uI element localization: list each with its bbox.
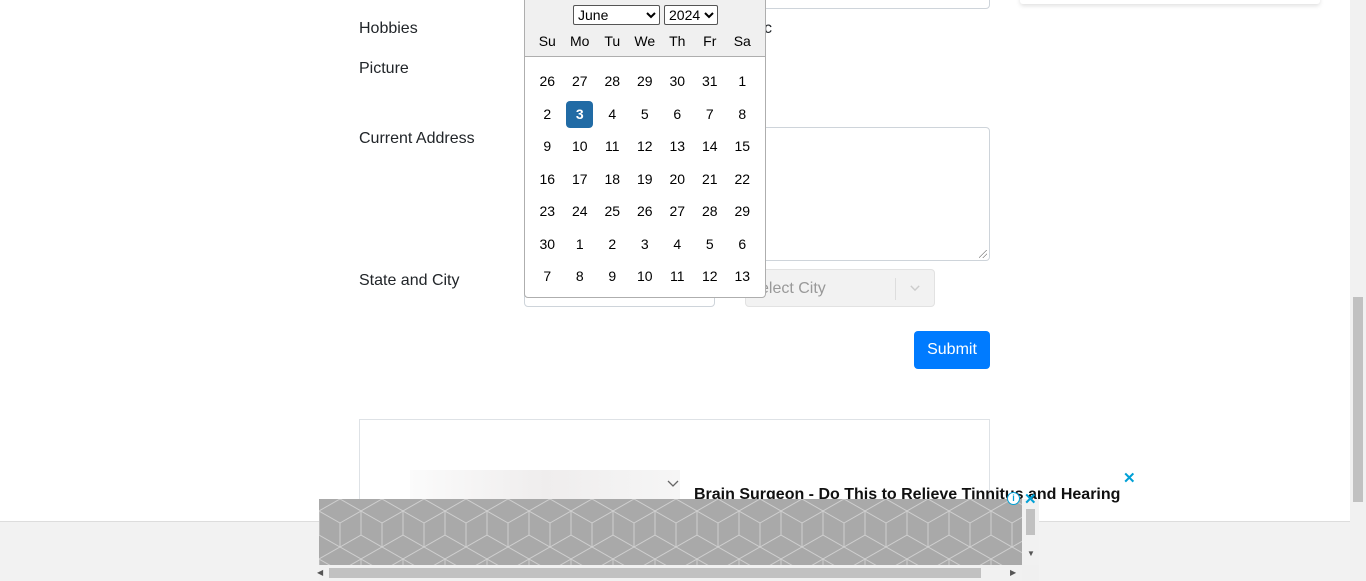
calendar-day[interactable]: 8: [564, 263, 597, 290]
ad-vertical-scrollbar[interactable]: ▼: [1022, 499, 1039, 565]
year-select[interactable]: 2024: [664, 5, 718, 25]
page: Hobbies c Picture Current Address State …: [0, 0, 1366, 581]
calendar-day[interactable]: 17: [564, 166, 597, 193]
calendar-day[interactable]: 29: [629, 68, 662, 95]
calendar-day[interactable]: 9: [531, 133, 564, 160]
ad-horizontal-scroll-thumb[interactable]: [329, 568, 981, 578]
scroll-right-arrow-icon[interactable]: ▶: [1010, 568, 1016, 577]
picture-label: Picture: [359, 60, 409, 77]
calendar-day[interactable]: 2: [531, 101, 564, 128]
calendar-day[interactable]: 20: [661, 166, 694, 193]
week-row: 16 17 18 19 20 21 22: [531, 166, 759, 199]
calendar-day[interactable]: 10: [564, 133, 597, 160]
calendar-day[interactable]: 28: [596, 68, 629, 95]
calendar-day[interactable]: 19: [629, 166, 662, 193]
calendar-day[interactable]: 18: [596, 166, 629, 193]
ad-close-icon[interactable]: ✕: [1123, 469, 1136, 487]
calendar-day[interactable]: 24: [564, 198, 597, 225]
ad-banner-close-icon[interactable]: ✕: [1024, 490, 1037, 508]
month-select[interactable]: JanuaryFebruaryMarchAprilMayJuneJulyAugu…: [573, 5, 660, 25]
city-select-separator: [895, 278, 896, 300]
calendar-day[interactable]: 16: [531, 166, 564, 193]
hobbies-label: Hobbies: [359, 20, 418, 37]
calendar-day[interactable]: 4: [661, 231, 694, 258]
week-row: 7 8 9 10 11 12 13: [531, 263, 759, 296]
date-picker-popup: JanuaryFebruaryMarchAprilMayJuneJulyAugu…: [524, 0, 766, 298]
state-city-label: State and City: [359, 272, 460, 289]
week-row: 26 27 28 29 30 31 1: [531, 68, 759, 101]
calendar-day[interactable]: 23: [531, 198, 564, 225]
calendar-day[interactable]: 12: [694, 263, 727, 290]
calendar-day[interactable]: 26: [629, 198, 662, 225]
calendar-day[interactable]: 29: [726, 198, 759, 225]
weekday-label: We: [634, 33, 656, 49]
calendar-day[interactable]: 9: [596, 263, 629, 290]
calendar-day[interactable]: 11: [596, 133, 629, 160]
calendar-day[interactable]: 5: [694, 231, 727, 258]
weekday-header-row: Su Mo Tu We Th Fr Sa: [531, 33, 759, 49]
calendar-day[interactable]: 13: [726, 263, 759, 290]
calendar-day[interactable]: 30: [661, 68, 694, 95]
week-row: 9 10 11 12 13 14 15: [531, 133, 759, 166]
week-row: 23 24 25 26 27 28 29: [531, 198, 759, 231]
calendar-day[interactable]: 28: [694, 198, 727, 225]
resize-grip-icon[interactable]: [979, 250, 987, 258]
page-scrollbar[interactable]: [1350, 0, 1366, 581]
calendar-day[interactable]: 12: [629, 133, 662, 160]
ad-banner-frame[interactable]: ▼ ◀ ▶: [317, 499, 1039, 581]
calendar-day[interactable]: 4: [596, 101, 629, 128]
calendar-day[interactable]: 1: [726, 68, 759, 95]
weekday-label: Mo: [570, 33, 590, 49]
calendar-day[interactable]: 2: [596, 231, 629, 258]
top-input-edge: [740, 0, 990, 9]
scroll-down-arrow-icon[interactable]: ▼: [1027, 549, 1035, 558]
week-row: 30 1 2 3 4 5 6: [531, 231, 759, 264]
ad-cube-pattern[interactable]: [319, 499, 1022, 565]
calendar-day[interactable]: 6: [661, 101, 694, 128]
calendar-day[interactable]: 5: [629, 101, 662, 128]
weekday-label: Tu: [604, 33, 621, 49]
calendar-day[interactable]: 26: [531, 68, 564, 95]
calendar-day[interactable]: 11: [661, 263, 694, 290]
week-row: 2345678: [531, 100, 759, 134]
ad-vertical-scroll-thumb[interactable]: [1026, 509, 1035, 535]
submit-button[interactable]: Submit: [914, 331, 990, 369]
weekday-label: Th: [669, 33, 686, 49]
calendar-day[interactable]: 3: [629, 231, 662, 258]
calendar-day[interactable]: 27: [564, 68, 597, 95]
calendar-day[interactable]: 30: [531, 231, 564, 258]
calendar-day[interactable]: 7: [694, 101, 727, 128]
calendar-day[interactable]: 15: [726, 133, 759, 160]
calendar-day[interactable]: 8: [726, 101, 759, 128]
day-grid: 26 27 28 29 30 31 1 2 3 4 5 6 7 8 9 10 11 12 13 14 15 16 17 18 1…: [531, 68, 759, 296]
calendar-day[interactable]: 21: [694, 166, 727, 193]
date-picker-header: JanuaryFebruaryMarchAprilMayJuneJulyAugu…: [525, 0, 765, 57]
calendar-day[interactable]: 1: [564, 231, 597, 258]
calendar-day[interactable]: 31: [694, 68, 727, 95]
ad-info-icon[interactable]: i: [1007, 492, 1020, 505]
scroll-left-arrow-icon[interactable]: ◀: [317, 568, 323, 577]
weekday-label: Su: [538, 33, 556, 49]
sidebar-card-edge: [1020, 0, 1320, 4]
calendar-day[interactable]: 13: [661, 133, 694, 160]
city-placeholder: elect City: [760, 280, 826, 297]
calendar-day[interactable]: 10: [629, 263, 662, 290]
weekday-label: Fr: [703, 33, 717, 49]
chevron-down-icon[interactable]: [908, 281, 922, 295]
city-select[interactable]: elect City: [745, 269, 935, 307]
calendar-day[interactable]: 25: [596, 198, 629, 225]
ad-horizontal-scrollbar[interactable]: ◀ ▶: [317, 565, 1022, 581]
calendar-day[interactable]: 27: [661, 198, 694, 225]
page-scroll-thumb[interactable]: [1353, 297, 1363, 502]
ad-chevron-down-icon[interactable]: [666, 478, 680, 490]
calendar-day[interactable]: 22: [726, 166, 759, 193]
calendar-day[interactable]: 7: [531, 263, 564, 290]
calendar-day[interactable]: 14: [694, 133, 727, 160]
current-address-textarea[interactable]: [740, 127, 990, 261]
weekday-label: Sa: [733, 33, 751, 49]
calendar-day[interactable]: 6: [726, 231, 759, 258]
cube-pattern-graphic: [319, 499, 1022, 565]
current-address-label: Current Address: [359, 130, 475, 147]
selected-day[interactable]: 3: [566, 100, 594, 128]
